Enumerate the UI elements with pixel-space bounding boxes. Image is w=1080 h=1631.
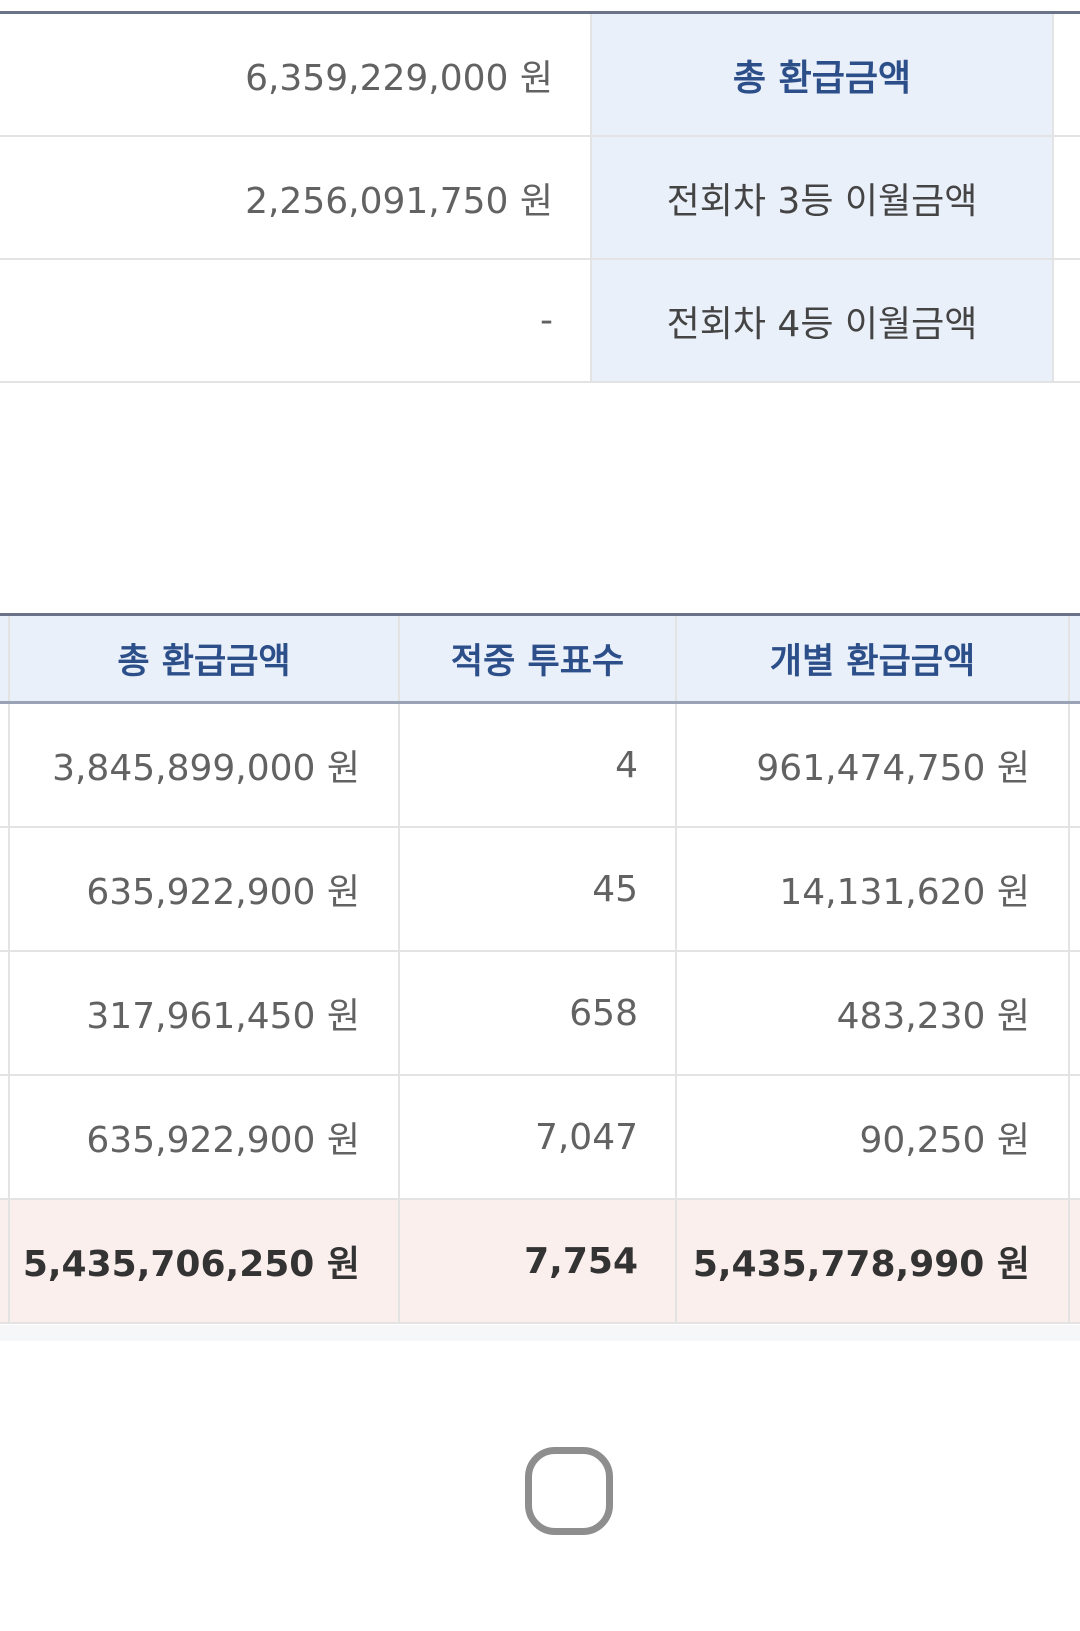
individual-refund-cell: 90,250 원 bbox=[675, 1076, 1068, 1198]
column-header-individual-refund: 개별 환급금액 bbox=[675, 616, 1068, 701]
table-total-row: 5,435,706,250 원 7,754 5,435,778,990 원 bbox=[0, 1200, 1080, 1324]
row-edge-cell bbox=[1068, 828, 1080, 950]
summary-row-carryover-3rd: 2,256,091,750 원 전회차 3등 이월금액 bbox=[0, 137, 1080, 260]
summary-value: 2,256,091,750 원 bbox=[0, 137, 592, 258]
sum-individual-refund-cell: 5,435,778,990 원 bbox=[675, 1200, 1068, 1322]
individual-refund-cell: 14,131,620 원 bbox=[675, 828, 1068, 950]
total-refund-cell: 3,845,899,000 원 bbox=[8, 704, 398, 826]
table-row: 317,961,450 원 658 483,230 원 bbox=[0, 952, 1080, 1076]
winning-votes-cell: 4 bbox=[398, 704, 675, 826]
summary-edge-cell bbox=[1054, 260, 1080, 381]
row-edge-cell bbox=[1068, 704, 1080, 826]
row-edge-cell bbox=[1068, 952, 1080, 1074]
individual-refund-cell: 483,230 원 bbox=[675, 952, 1068, 1074]
home-button-icon[interactable] bbox=[525, 1447, 613, 1535]
row-edge-cell bbox=[1068, 1076, 1080, 1198]
individual-refund-cell: 961,474,750 원 bbox=[675, 704, 1068, 826]
row-edge-cell bbox=[1068, 1200, 1080, 1322]
row-edge-cell bbox=[0, 952, 8, 1074]
table-header-row: 총 환급금액 적중 투표수 개별 환급금액 bbox=[0, 616, 1080, 704]
table-row: 3,845,899,000 원 4 961,474,750 원 bbox=[0, 704, 1080, 828]
screen: 6,359,229,000 원 총 환급금액 2,256,091,750 원 전… bbox=[0, 0, 1080, 1631]
row-edge-cell bbox=[0, 704, 8, 826]
total-refund-cell: 635,922,900 원 bbox=[8, 1076, 398, 1198]
summary-value: - bbox=[0, 260, 592, 381]
summary-label: 전회차 3등 이월금액 bbox=[592, 137, 1054, 258]
summary-value: 6,359,229,000 원 bbox=[0, 14, 592, 135]
summary-row-total-refund: 6,359,229,000 원 총 환급금액 bbox=[0, 14, 1080, 137]
row-edge-cell bbox=[0, 1200, 8, 1322]
column-header-total-refund: 총 환급금액 bbox=[8, 616, 398, 701]
total-refund-cell: 635,922,900 원 bbox=[8, 828, 398, 950]
summary-edge-cell bbox=[1054, 137, 1080, 258]
sum-total-refund-cell: 5,435,706,250 원 bbox=[8, 1200, 398, 1322]
summary-label: 총 환급금액 bbox=[592, 14, 1054, 135]
prize-breakdown-table: 총 환급금액 적중 투표수 개별 환급금액 3,845,899,000 원 4 … bbox=[0, 613, 1080, 1324]
row-edge-cell bbox=[0, 828, 8, 950]
summary-row-carryover-4th: - 전회차 4등 이월금액 bbox=[0, 260, 1080, 383]
table-row: 635,922,900 원 45 14,131,620 원 bbox=[0, 828, 1080, 952]
winning-votes-cell: 658 bbox=[398, 952, 675, 1074]
winning-votes-cell: 7,047 bbox=[398, 1076, 675, 1198]
total-refund-cell: 317,961,450 원 bbox=[8, 952, 398, 1074]
summary-edge-cell bbox=[1054, 14, 1080, 135]
sum-winning-votes-cell: 7,754 bbox=[398, 1200, 675, 1322]
refund-summary-table: 6,359,229,000 원 총 환급금액 2,256,091,750 원 전… bbox=[0, 11, 1080, 383]
winning-votes-cell: 45 bbox=[398, 828, 675, 950]
table-row: 635,922,900 원 7,047 90,250 원 bbox=[0, 1076, 1080, 1200]
table-bottom-shade bbox=[0, 1325, 1080, 1341]
summary-label: 전회차 4등 이월금액 bbox=[592, 260, 1054, 381]
header-edge-cell bbox=[0, 616, 8, 701]
column-header-winning-votes: 적중 투표수 bbox=[398, 616, 675, 701]
header-edge-cell bbox=[1068, 616, 1080, 701]
row-edge-cell bbox=[0, 1076, 8, 1198]
